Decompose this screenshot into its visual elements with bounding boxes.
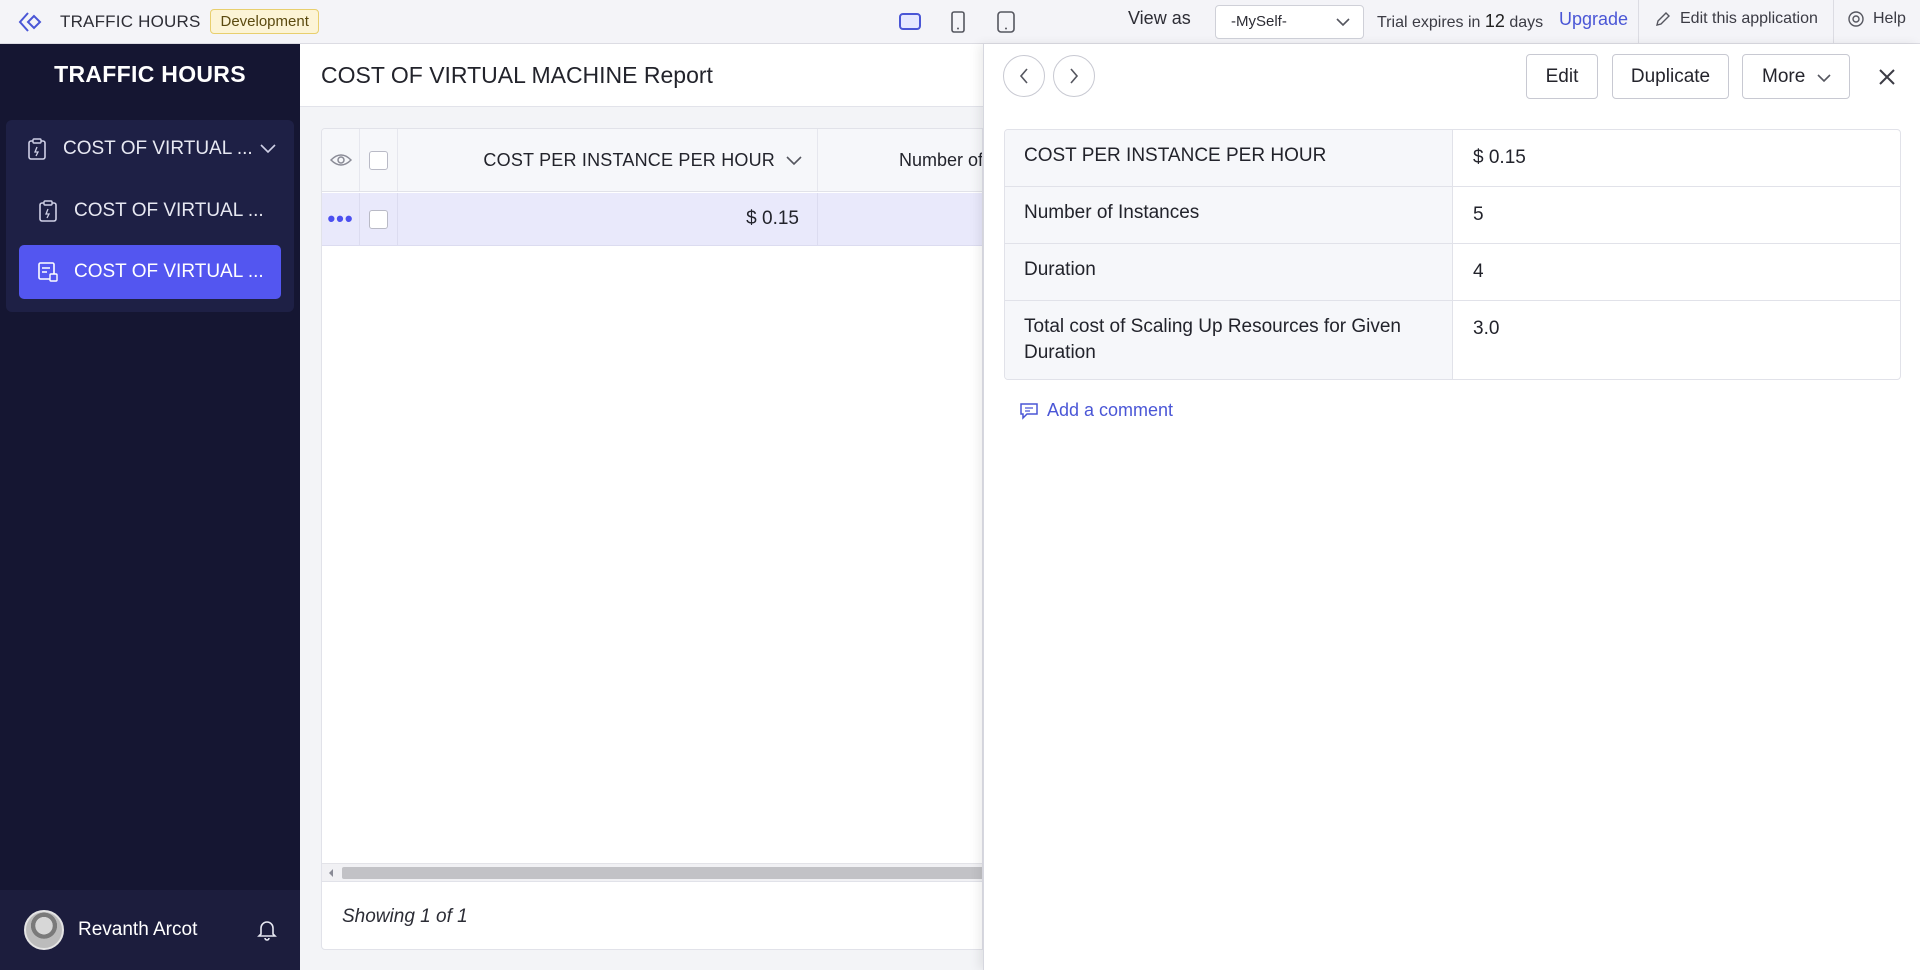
more-actions-icon[interactable]: ••• xyxy=(327,208,353,230)
chevron-down-icon xyxy=(1336,18,1350,27)
avatar[interactable] xyxy=(24,910,64,950)
record-count: Showing 1 of 1 xyxy=(322,881,982,949)
sidebar-item-form[interactable]: COST OF VIRTUAL ... xyxy=(19,184,281,238)
field-value: 3.0 xyxy=(1473,318,1500,339)
previous-record-button[interactable] xyxy=(1003,55,1045,97)
upgrade-link[interactable]: Upgrade xyxy=(1559,9,1628,30)
chevron-right-icon xyxy=(1070,68,1079,84)
field-value: 5 xyxy=(1473,204,1484,225)
chevron-down-icon xyxy=(260,144,276,154)
field-label: Number of Instances xyxy=(1005,187,1453,243)
field-label: COST PER INSTANCE PER HOUR xyxy=(1005,130,1453,186)
chevron-down-icon xyxy=(1817,74,1831,83)
form-icon xyxy=(34,197,62,225)
record-detail-panel: Edit Duplicate More COST PER INSTANCE PE… xyxy=(983,44,1920,970)
column-visibility-icon[interactable] xyxy=(322,129,360,191)
desktop-view-icon[interactable] xyxy=(893,6,927,38)
more-button-label: More xyxy=(1762,65,1806,87)
field-label: Duration xyxy=(1005,244,1453,300)
select-all-checkbox[interactable] xyxy=(369,150,388,170)
help-label: Help xyxy=(1873,10,1906,27)
add-comment-label: Add a comment xyxy=(1047,400,1174,420)
table-row[interactable]: ••• $ 0.15 xyxy=(322,193,982,246)
sidebar-section-label: COST OF VIRTUAL ... xyxy=(63,138,253,159)
chevron-down-icon[interactable] xyxy=(785,154,803,166)
help-lifebuoy-icon xyxy=(1848,11,1864,27)
bell-icon[interactable] xyxy=(256,917,278,941)
field-value: $ 0.15 xyxy=(1473,147,1526,168)
field-row: COST PER INSTANCE PER HOUR $ 0.15 xyxy=(1005,130,1900,187)
row-checkbox-cell xyxy=(360,193,398,245)
scroll-left-arrow-icon[interactable] xyxy=(327,868,335,878)
top-bar: TRAFFIC HOURS Development View as -MySel… xyxy=(0,0,1920,44)
edit-application-button[interactable]: Edit this application xyxy=(1654,10,1818,28)
record-fields-table: COST PER INSTANCE PER HOUR $ 0.15 Number… xyxy=(1004,129,1901,380)
horizontal-scrollbar[interactable] xyxy=(322,863,982,881)
table-cell-cost[interactable]: $ 0.15 xyxy=(398,193,818,245)
report-icon xyxy=(34,258,62,286)
trial-prefix: Trial expires in xyxy=(1377,14,1481,31)
add-comment-link[interactable]: Add a comment xyxy=(1019,400,1173,421)
app-title: TRAFFIC HOURS xyxy=(60,11,201,31)
next-record-button[interactable] xyxy=(1053,55,1095,97)
tablet-view-icon[interactable] xyxy=(941,6,975,38)
page-title: COST OF VIRTUAL MACHINE Report xyxy=(300,44,983,107)
device-preview-switcher xyxy=(893,6,1023,38)
scrollbar-thumb[interactable] xyxy=(342,867,982,879)
mobile-view-icon[interactable] xyxy=(989,6,1023,38)
column-header-cost[interactable]: COST PER INSTANCE PER HOUR xyxy=(398,129,818,191)
comment-icon xyxy=(1020,402,1038,420)
select-all-checkbox-cell xyxy=(360,129,398,191)
form-icon xyxy=(23,135,51,163)
sidebar-section-header[interactable]: COST OF VIRTUAL ... xyxy=(6,122,294,176)
divider xyxy=(1833,0,1834,44)
row-checkbox[interactable] xyxy=(369,209,388,229)
user-footer: Revanth Arcot xyxy=(0,890,300,970)
duplicate-button[interactable]: Duplicate xyxy=(1612,54,1729,99)
field-row: Duration 4 xyxy=(1005,244,1900,301)
sidebar: TRAFFIC HOURS COST OF VIRTUAL ... COST O… xyxy=(0,44,300,970)
row-actions-cell: ••• xyxy=(322,193,360,245)
more-button[interactable]: More xyxy=(1742,54,1850,99)
sidebar-item-report[interactable]: COST OF VIRTUAL ... xyxy=(19,245,281,299)
environment-badge[interactable]: Development xyxy=(210,9,319,34)
trial-notice: Trial expires in 12 days xyxy=(1377,11,1543,32)
view-as-value: -MySelf- xyxy=(1231,13,1287,30)
help-button[interactable]: Help xyxy=(1847,10,1906,28)
app-logo-icon[interactable] xyxy=(0,0,60,44)
trial-suffix: days xyxy=(1509,14,1544,31)
field-row: Number of Instances 5 xyxy=(1005,187,1900,244)
sidebar-item-label: COST OF VIRTUAL ... xyxy=(74,200,264,221)
field-value: 4 xyxy=(1473,261,1484,282)
chevron-left-icon xyxy=(1019,68,1028,84)
field-label: Total cost of Scaling Up Resources for G… xyxy=(1005,301,1453,379)
edit-button[interactable]: Edit xyxy=(1526,54,1598,99)
column-header-label: COST PER INSTANCE PER HOUR xyxy=(483,149,775,170)
trial-days: 12 xyxy=(1484,11,1505,31)
sidebar-app-title: TRAFFIC HOURS xyxy=(54,61,246,87)
column-header-instances[interactable]: Number of In xyxy=(819,129,983,191)
edit-application-label: Edit this application xyxy=(1680,10,1818,27)
user-name[interactable]: Revanth Arcot xyxy=(78,919,197,941)
column-header-label: Number of In xyxy=(899,149,983,170)
view-as-select[interactable]: -MySelf- xyxy=(1215,5,1364,39)
sidebar-section: COST OF VIRTUAL ... COST OF VIRTUAL ... … xyxy=(6,120,294,312)
divider xyxy=(1638,0,1639,44)
sidebar-item-label: COST OF VIRTUAL ... xyxy=(74,261,264,282)
pencil-icon xyxy=(1656,12,1670,26)
close-icon[interactable] xyxy=(1872,62,1902,92)
table-header: COST PER INSTANCE PER HOUR Number of In xyxy=(322,129,983,192)
report-table: COST PER INSTANCE PER HOUR Number of In … xyxy=(321,128,983,950)
report-area: COST OF VIRTUAL MACHINE Report COST PER … xyxy=(300,44,983,970)
field-row: Total cost of Scaling Up Resources for G… xyxy=(1005,301,1900,379)
view-as-label: View as xyxy=(1128,8,1191,28)
